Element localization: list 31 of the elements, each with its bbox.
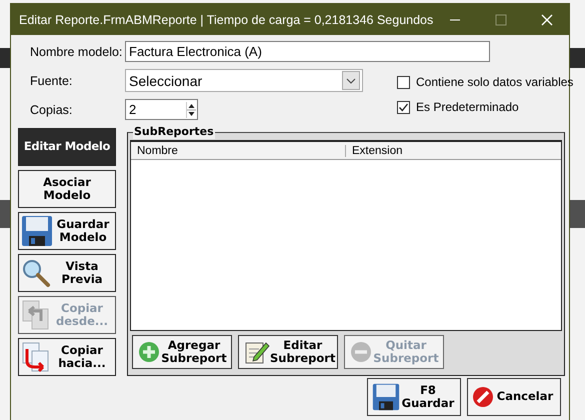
subreport-button[interactable]: Editar Subreport: [238, 335, 338, 369]
checkbox-label: Es Predeterminado: [416, 100, 519, 114]
cancel-icon: [472, 386, 494, 408]
side-button[interactable]: Guardar Modelo: [18, 212, 116, 250]
column-header[interactable]: Extension: [346, 144, 403, 156]
cancel-button[interactable]: Cancelar: [467, 378, 561, 416]
save-button[interactable]: F8 Guardar: [367, 378, 461, 416]
side-button[interactable]: Editar Modelo: [18, 128, 116, 166]
copy-pages-icon: [21, 299, 51, 331]
group-title: SubReportes: [133, 125, 215, 139]
side-button[interactable]: Vista Previa: [18, 254, 116, 292]
subreports-list[interactable]: Nombre Extension: [130, 140, 562, 331]
minus-icon: [350, 341, 372, 363]
plus-icon: [138, 341, 160, 363]
copy-pages-icon: [21, 341, 51, 373]
window-title: Editar Reporte.FrmABMReporte | Tiempo de carga = 0,2181346 Segundos: [19, 12, 434, 26]
name-input[interactable]: Factura Electronica (A): [125, 41, 490, 62]
side-button[interactable]: Asociar Modelo: [18, 170, 116, 208]
close-icon[interactable]: [541, 14, 553, 26]
copies-spinner[interactable]: 2: [125, 99, 198, 120]
field-label: Copias:: [29, 102, 74, 116]
source-dropdown[interactable]: Seleccionar: [125, 69, 363, 92]
column-header[interactable]: Nombre: [131, 144, 346, 156]
checkbox[interactable]: [397, 76, 410, 88]
subreport-button[interactable]: Agregar Subreport: [132, 335, 232, 369]
maximize-icon[interactable]: [495, 14, 507, 26]
side-button[interactable]: Copiar hacia...: [18, 338, 116, 376]
magnifier-icon: [21, 258, 51, 288]
field-label: Nombre modelo:: [29, 44, 124, 58]
checkbox[interactable]: [397, 100, 410, 114]
field-label: Fuente:: [29, 74, 74, 88]
